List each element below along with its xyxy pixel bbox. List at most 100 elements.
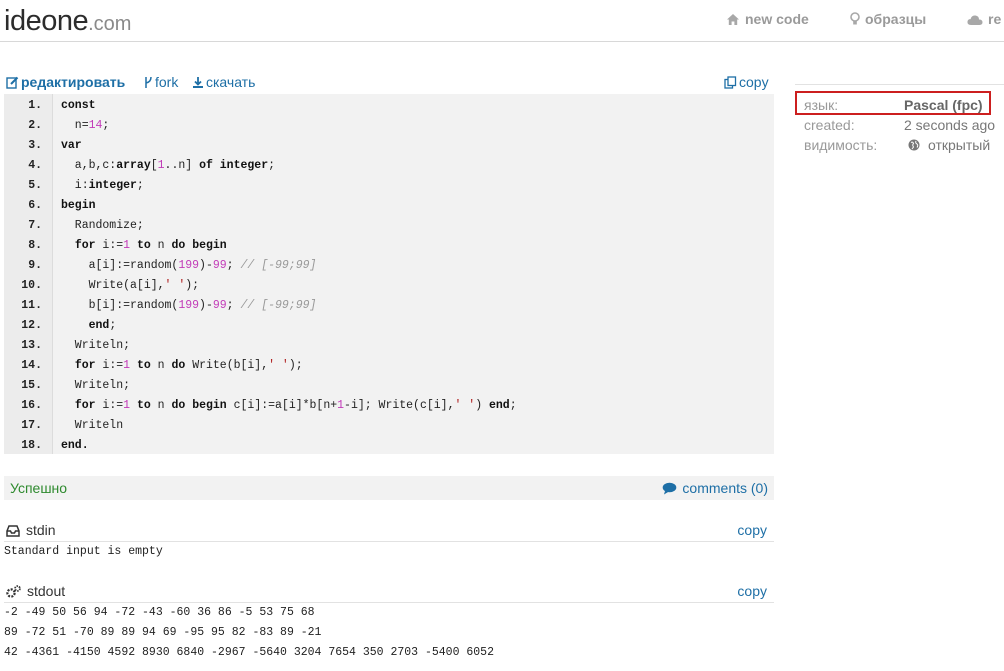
code-token: begin: [61, 199, 96, 212]
line-number: 1.: [28, 99, 42, 112]
code-token: -i]; Write(c[i],: [344, 399, 455, 412]
code-token: integer: [88, 179, 137, 192]
stdin-copy-button[interactable]: copy: [737, 522, 767, 538]
code-token: Writeln;: [61, 379, 131, 392]
created-row: created: 2 seconds ago: [804, 117, 995, 133]
code-token: ;: [226, 299, 241, 312]
language-key: язык:: [804, 97, 839, 113]
logo-tld: .com: [88, 13, 132, 35]
download-button[interactable]: скачать: [192, 74, 255, 90]
line-number: 6.: [28, 199, 42, 212]
line-number-gutter: 1. 2. 3. 4. 5. 6. 7. 8. 9. 10. 11. 12. 13. 14. 15. 16. 1…: [4, 94, 53, 454]
code-token: n: [150, 399, 172, 412]
globe-icon: [908, 139, 920, 151]
code-token: Randomize;: [61, 219, 144, 232]
code-line: Writeln;: [61, 339, 130, 352]
code-token: [: [150, 159, 158, 172]
code-line: Writeln;: [61, 379, 130, 392]
code-line: var: [61, 139, 82, 152]
code-line: end;: [61, 319, 117, 332]
nav-samples[interactable]: образцы: [850, 11, 926, 27]
lightbulb-icon: [850, 12, 860, 25]
code-token: 1: [337, 399, 345, 412]
download-label: скачать: [206, 74, 256, 90]
code-token: do: [171, 359, 186, 372]
stdout-line: 89 -72 51 -70 89 89 94 69 -95 95 82 -83 …: [4, 626, 322, 639]
visibility-row: видимость: открытый: [804, 137, 990, 153]
stdin-title-text: stdin: [26, 522, 56, 538]
comments-link[interactable]: comments (0): [662, 480, 768, 496]
code-token: ): [475, 399, 489, 412]
nav-samples-label: образцы: [865, 11, 927, 27]
code-token: integer: [219, 159, 269, 172]
code-line: end.: [61, 439, 89, 452]
gears-icon: [6, 585, 21, 598]
code-token: 1: [123, 399, 131, 412]
stdin-divider: [4, 541, 774, 542]
code-token: end: [88, 319, 110, 332]
fork-button[interactable]: fork: [144, 74, 178, 90]
edit-icon: [6, 76, 19, 89]
ideone-logo[interactable]: ideone.com: [4, 5, 131, 40]
code-token: for: [74, 399, 96, 412]
line-number: 4.: [28, 159, 42, 172]
visibility-key: видимость:: [804, 137, 878, 153]
code-token: c[i]:=a[i]*b[n+: [226, 399, 338, 412]
sidebar-divider: [795, 84, 1004, 85]
line-number: 10.: [21, 279, 42, 292]
code-token: Write(b[i],: [185, 359, 269, 372]
line-number: 7.: [28, 219, 42, 232]
code-line: a[i]:=random(199)-99; // [-99;99]: [61, 259, 317, 272]
code-token: to: [136, 239, 151, 252]
code-token: i:: [61, 179, 89, 192]
code-token: for: [74, 239, 96, 252]
code-token: for: [74, 359, 96, 372]
code-token: a,b,c:: [61, 159, 117, 172]
code-token: ;: [226, 259, 241, 272]
line-number: 11.: [21, 299, 42, 312]
copy-code-button[interactable]: copy: [724, 74, 769, 90]
code-token: to: [136, 359, 151, 372]
stdout-title: stdout: [6, 583, 65, 599]
line-number: 17.: [21, 419, 42, 432]
code-token: ' ': [454, 399, 476, 412]
code-token: );: [185, 279, 200, 292]
code-token: // [-99;99]: [240, 299, 317, 312]
code-token: ' ': [164, 279, 186, 292]
code-token: ' ': [268, 359, 289, 372]
stdout-title-text: stdout: [27, 583, 66, 599]
code-token: ..n]: [164, 159, 200, 172]
code-token: const: [61, 99, 96, 112]
comments-label: comments (0): [682, 480, 768, 496]
code-line: const: [61, 99, 96, 112]
code-line: Write(a[i],' ');: [61, 279, 199, 292]
code-token: i:=: [95, 359, 124, 372]
code-token: end: [489, 399, 510, 412]
stdout-line: -2 -49 50 56 94 -72 -43 -60 36 86 -5 53 …: [4, 606, 315, 619]
logo-main: ideone: [4, 5, 89, 37]
code-token: 14: [88, 119, 103, 132]
nav-recent[interactable]: re: [967, 11, 1001, 27]
home-icon: [727, 14, 739, 25]
code-token: n: [150, 359, 172, 372]
edit-button[interactable]: редактировать: [6, 74, 125, 90]
copy-code-label: copy: [739, 74, 769, 90]
line-number: 12.: [21, 319, 42, 332]
copy-icon: [724, 76, 737, 89]
nav-new-code[interactable]: new code: [726, 11, 809, 27]
code-token: ;: [109, 319, 117, 332]
line-number: 18.: [21, 439, 42, 452]
code-token: 1: [123, 239, 131, 252]
code-token: 99: [212, 299, 227, 312]
stdout-copy-button[interactable]: copy: [737, 583, 767, 599]
code-token: 99: [212, 259, 227, 272]
code-token: to: [136, 399, 151, 412]
code-line: b[i]:=random(199)-99; // [-99;99]: [61, 299, 317, 312]
nav-new-code-label: new code: [745, 11, 809, 27]
source-code-block[interactable]: 1. 2. 3. 4. 5. 6. 7. 8. 9. 10. 11. 12. 13. 14. 15. 16. 1…: [4, 94, 774, 454]
nav-recent-label: re: [988, 11, 1002, 27]
